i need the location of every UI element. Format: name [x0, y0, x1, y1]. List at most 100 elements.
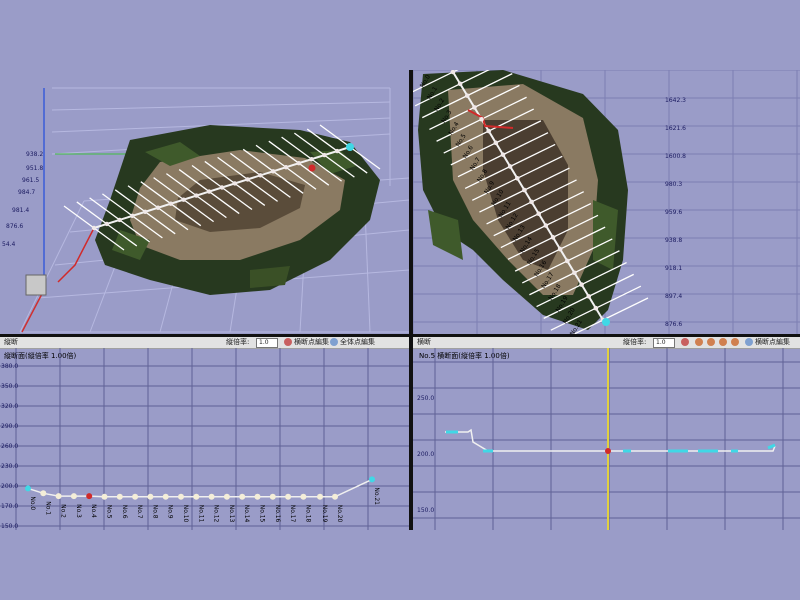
cross-scale-input[interactable]: 1.0	[653, 338, 675, 348]
center-point	[245, 177, 250, 182]
y-tick-label: 1621.6	[665, 125, 686, 132]
edit-icon[interactable]	[745, 338, 753, 346]
home-icon[interactable]	[681, 338, 689, 346]
y-tick-label: 876.6	[665, 321, 682, 328]
top-terrain	[418, 70, 628, 330]
profile-point	[239, 493, 246, 500]
survey-red-path	[57, 227, 95, 283]
station-label: No.16	[274, 505, 281, 523]
cross-section-points	[446, 430, 776, 453]
center-point	[572, 270, 577, 276]
station-label: No.14	[243, 505, 250, 523]
center-point	[258, 173, 263, 178]
center-point	[464, 93, 470, 98]
station-label: No.4	[90, 504, 97, 518]
center-point	[335, 148, 340, 154]
center-point	[219, 185, 225, 190]
profile-point	[116, 493, 123, 500]
y-tick-label: 150.0	[1, 523, 18, 530]
next-icon[interactable]	[719, 338, 727, 346]
top-y-ticks: 1642.3 1621.6 1600.8 980.3 959.6 938.8 918.1 89…	[665, 97, 686, 328]
center-point	[486, 128, 492, 134]
profile-point	[70, 493, 77, 500]
profile-point	[147, 493, 154, 500]
top-view-canvas[interactable]: No.0No.1No.2No.3No.4No.5No.6No.7No.8No.9…	[413, 70, 800, 334]
station-label: No.21	[373, 487, 380, 505]
z-label: 876.6	[6, 223, 23, 230]
profile-point	[55, 493, 62, 500]
y-tick-label: 380.0	[1, 363, 18, 370]
y-tick-label: 1600.8	[665, 153, 686, 160]
center-point	[322, 152, 327, 158]
next-last-icon[interactable]	[731, 338, 739, 346]
y-tick-label: 1642.3	[665, 97, 686, 104]
profile-chart[interactable]: 380.0 350.0 320.0 290.0 260.0 230.0 200.0 170.0…	[0, 348, 409, 530]
y-tick-label: 200.0	[1, 483, 18, 490]
top-view-panel[interactable]: No.0 No.1 No.2 No.3 No.4 No.5 No.6 No.7 No.8 No.9…	[413, 70, 800, 334]
profile-scale-input[interactable]: 1.0	[256, 338, 278, 348]
cross-point-edit-button[interactable]: 横断点編集	[755, 338, 790, 347]
center-point	[168, 201, 173, 206]
profile-point	[254, 493, 261, 500]
profile-panel[interactable]: 縦断 縦倍率: 1.0 横断点編集 全体点編集 縦断面(縦倍率 1.00倍) 3…	[0, 337, 409, 530]
3d-view-panel[interactable]: 938.2 951.8 961.5 984.7 981.4 876.6 54.4	[0, 70, 409, 334]
prev-icon[interactable]	[707, 338, 715, 346]
prev-first-icon[interactable]	[695, 338, 703, 346]
center-point	[493, 140, 499, 146]
profile-point-edit-button[interactable]: 横断点編集	[294, 338, 329, 347]
selected-point[interactable]	[308, 164, 316, 172]
profile-point	[162, 493, 169, 500]
profile-scale-label: 縦倍率:	[226, 338, 250, 346]
cross-section-chart[interactable]: 250.0 200.0 150.0	[413, 348, 800, 530]
cross-y-ticks: 250.0 200.0 150.0	[417, 395, 434, 514]
profile-station-labels: No.0 No.1 No.2 No.3 No.4 No.5 No.6 No.7 No.8 No.9…	[29, 487, 380, 522]
center-point[interactable]	[605, 448, 611, 454]
station-label: No.13	[228, 505, 235, 523]
center-point	[507, 164, 513, 169]
edit-icon[interactable]	[330, 338, 338, 346]
center-point	[543, 223, 549, 228]
profile-all-point-edit-button[interactable]: 全体点編集	[340, 338, 375, 347]
profile-point	[86, 493, 93, 500]
profile-point	[25, 485, 31, 492]
z-label: 981.4	[12, 207, 29, 214]
profile-point	[317, 493, 323, 500]
profile-point	[269, 493, 276, 500]
center-point	[536, 211, 542, 217]
cross-tab[interactable]: 横断	[417, 338, 431, 347]
end-point-marker[interactable]	[346, 143, 354, 151]
y-tick-label: 938.8	[665, 237, 682, 244]
center-point	[194, 193, 199, 198]
profile-point	[223, 493, 230, 500]
z-label: 951.8	[26, 165, 43, 172]
station-label: No.5	[106, 505, 113, 519]
station-label: No.15	[259, 505, 266, 523]
x-axis	[21, 289, 45, 333]
center-point	[564, 258, 570, 264]
top-end-point-marker[interactable]	[602, 318, 610, 326]
3d-view-canvas[interactable]: 938.2 951.8 961.5 984.7 981.4 876.6 54.4	[0, 70, 409, 334]
y-tick-label: 918.1	[665, 265, 682, 272]
cross-section-panel[interactable]: 横断 縦倍率: 1.0 横断点編集 No.5 横断面(縦倍率 1.00倍) 25…	[413, 337, 800, 530]
center-point	[514, 175, 520, 181]
station-label: No.9	[167, 505, 174, 519]
station-label: No.0	[29, 496, 36, 510]
profile-grid	[0, 348, 409, 530]
cross-grid	[413, 348, 800, 530]
center-point	[155, 205, 161, 210]
station-label: No.17	[289, 505, 296, 523]
center-point	[529, 199, 534, 205]
z-label: 938.2	[26, 151, 43, 158]
center-point	[143, 209, 148, 214]
z-label: 961.5	[22, 177, 39, 184]
profile-series	[25, 476, 375, 500]
profile-tab[interactable]: 縦断	[4, 338, 18, 347]
center-point	[207, 189, 212, 194]
station-label: No.20	[336, 505, 343, 523]
center-point	[130, 213, 135, 219]
center-point	[557, 246, 563, 252]
z-axis-labels: 938.2 951.8 961.5 984.7 981.4 876.6 54.4	[2, 151, 43, 248]
y-tick-label: 290.0	[1, 423, 18, 430]
home-icon[interactable]	[284, 338, 292, 346]
origin-box	[25, 274, 47, 296]
